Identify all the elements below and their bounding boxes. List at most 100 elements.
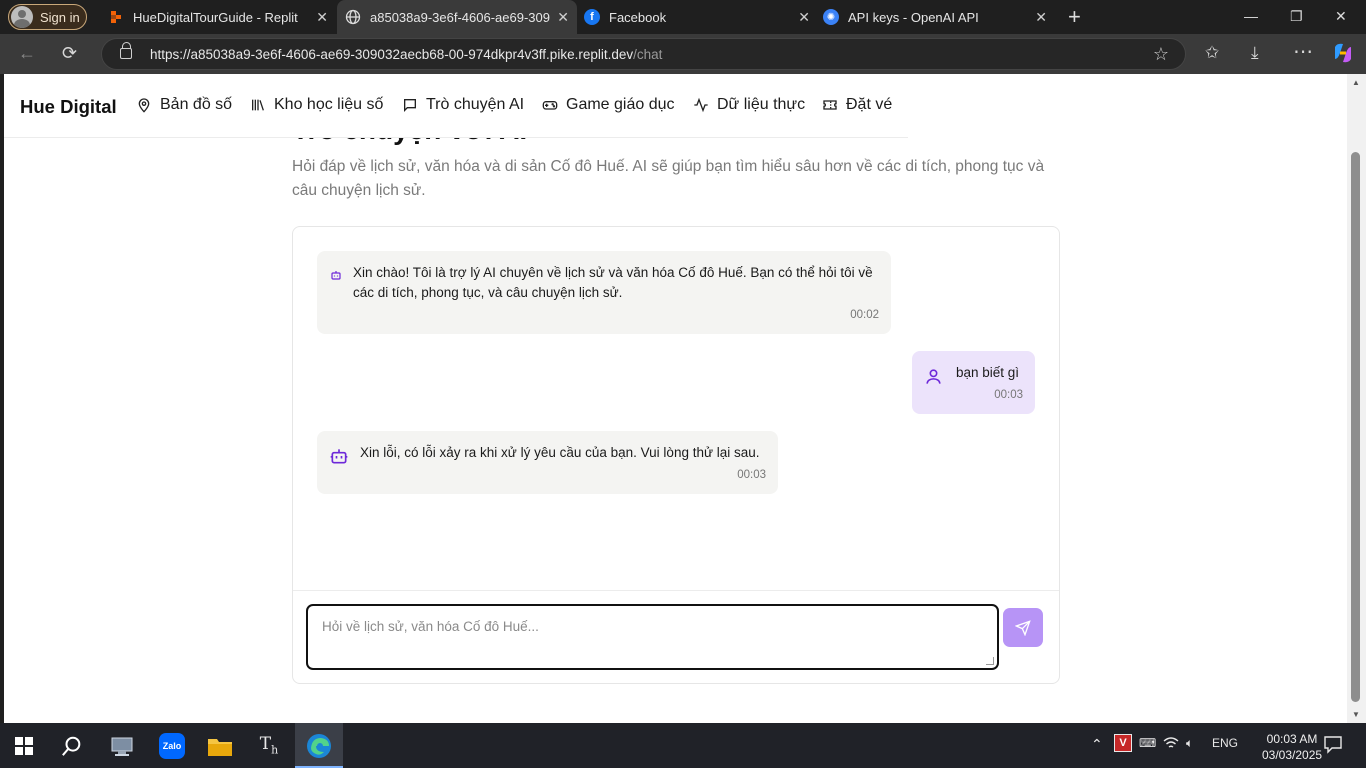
nav-ai-chat[interactable]: Trò chuyện AI: [402, 96, 524, 114]
zalo-icon: Zalo: [159, 732, 185, 759]
search-icon: [62, 736, 81, 756]
activity-icon: [694, 97, 708, 113]
bot-message: Xin lỗi, có lỗi xảy ra khi xử lý yêu cầu…: [317, 431, 778, 494]
tray-chevron-icon[interactable]: ⌃: [1091, 736, 1103, 753]
start-button[interactable]: [0, 723, 48, 768]
url-path: /chat: [633, 47, 663, 62]
map-pin-icon: [138, 98, 150, 113]
message-time: 00:03: [737, 469, 766, 481]
taskbar-app-zalo[interactable]: Zalo: [148, 723, 196, 768]
sign-in-label: Sign in: [40, 9, 80, 25]
bot-icon: [330, 449, 348, 464]
language-indicator[interactable]: ENG: [1212, 736, 1238, 750]
scroll-up-icon[interactable]: ▲: [1352, 78, 1360, 87]
taskbar-app-typing[interactable]: Th: [245, 723, 293, 768]
page-scrollbar[interactable]: ▲ ▼: [1347, 74, 1366, 723]
nav-booking[interactable]: Đặt vé: [822, 96, 892, 114]
taskbar-app-system-tool[interactable]: [98, 723, 146, 768]
chat-input[interactable]: Hỏi về lịch sử, văn hóa Cố đô Huế...: [306, 604, 999, 670]
address-bar[interactable]: https://a85038a9-3e6f-4606-ae69-309032ae…: [101, 38, 1186, 70]
send-button[interactable]: [1003, 608, 1043, 647]
computer-tool-icon: [111, 737, 133, 756]
tab-openai[interactable]: ✺ API keys - OpenAI API ✕: [819, 0, 1055, 34]
nav-real-data[interactable]: Dữ liệu thực: [693, 96, 805, 114]
brand-logo-text[interactable]: Hue Digital: [20, 96, 117, 118]
message-time: 00:03: [994, 389, 1023, 401]
tab-title: a85038a9-3e6f-4606-ae69-30903: [370, 9, 550, 25]
scrollbar-thumb[interactable]: [1351, 152, 1360, 702]
url-text[interactable]: https://a85038a9-3e6f-4606-ae69-309032ae…: [150, 47, 662, 62]
copilot-icon[interactable]: [1331, 41, 1355, 70]
close-window-icon[interactable]: ✕: [1335, 8, 1347, 25]
chat-bubble-icon: [404, 99, 416, 112]
new-tab-icon[interactable]: +: [1068, 4, 1081, 30]
reload-icon[interactable]: ⟳: [62, 43, 77, 64]
system-clock[interactable]: 00:03 AM 03/03/2025: [1262, 731, 1322, 763]
nav-label: Game giáo dục: [566, 96, 675, 113]
minimize-icon[interactable]: —: [1244, 8, 1258, 24]
bot-icon: [331, 271, 341, 280]
tab-facebook[interactable]: f Facebook ✕: [578, 0, 818, 34]
volume-icon[interactable]: 🔈︎: [1186, 736, 1193, 751]
favorites-icon[interactable]: ✩: [1205, 43, 1219, 63]
page-subtitle: Hỏi đáp về lịch sử, văn hóa và di sản Cố…: [292, 158, 1045, 199]
nav-label: Kho học liệu số: [274, 96, 384, 113]
clock-date: 03/03/2025: [1262, 748, 1323, 762]
back-arrow-icon[interactable]: ←: [18, 43, 36, 64]
scroll-down-icon[interactable]: ▼: [1352, 710, 1360, 719]
message-text: Xin chào! Tôi là trợ lý AI chuyên về lịc…: [353, 265, 873, 300]
lock-icon[interactable]: [120, 42, 132, 59]
nav-label: Dữ liệu thực: [717, 96, 806, 113]
nav-map[interactable]: Bản đồ số: [136, 96, 232, 114]
unikey-icon[interactable]: V: [1114, 734, 1132, 752]
facebook-icon: f: [584, 9, 600, 25]
url-host: https://a85038a9-3e6f-4606-ae69-309032ae…: [150, 47, 634, 62]
typing-app-icon: Th: [259, 734, 279, 757]
nav-edu-game[interactable]: Game giáo dục: [542, 96, 675, 114]
replit-icon: [108, 9, 124, 25]
tab-replit[interactable]: HueDigitalTourGuide - Replit ✕: [96, 0, 336, 34]
library-icon: [252, 99, 264, 111]
close-tab-icon[interactable]: ✕: [557, 9, 569, 26]
globe-icon: [345, 9, 361, 25]
downloads-icon[interactable]: ⤓: [1251, 43, 1259, 63]
openai-icon: ✺: [823, 9, 839, 25]
message-text: bạn biết gì: [956, 365, 1020, 380]
profile-avatar-icon: [11, 6, 33, 28]
close-tab-icon[interactable]: ✕: [798, 9, 810, 26]
sign-in-button[interactable]: Sign in: [8, 4, 87, 30]
wifi-icon[interactable]: [1163, 736, 1179, 753]
page-viewport: Hue Digital Bản đồ số Kho học liệu số Tr…: [4, 74, 1347, 723]
more-menu-icon[interactable]: ⋯: [1293, 39, 1313, 64]
notifications-icon[interactable]: [1323, 734, 1343, 757]
resize-handle-icon[interactable]: [986, 657, 994, 665]
tab-title: API keys - OpenAI API: [848, 9, 979, 25]
user-message: bạn biết gì 00:03: [912, 351, 1035, 414]
browser-toolbar: ← ⟳ https://a85038a9-3e6f-4606-ae69-3090…: [0, 34, 1366, 74]
windows-taskbar: Zalo Th ⌃ V ⌨ 🔈︎ ENG 00:03 AM 03/03/2025: [0, 723, 1366, 768]
nav-label: Trò chuyện AI: [426, 96, 525, 113]
close-tab-icon[interactable]: ✕: [316, 9, 328, 26]
tab-active-chat[interactable]: a85038a9-3e6f-4606-ae69-30903 ✕: [337, 0, 577, 34]
folder-icon: [208, 738, 232, 756]
taskbar-app-edge[interactable]: [295, 723, 343, 768]
tab-title: Facebook: [609, 9, 667, 25]
search-button[interactable]: [48, 723, 96, 768]
chat-panel: Xin chào! Tôi là trợ lý AI chuyên về lịc…: [292, 226, 1060, 684]
composer-divider: [293, 590, 1059, 591]
nav-label: Bản đồ số: [160, 96, 233, 113]
message-time: 00:02: [850, 309, 879, 321]
user-icon: [926, 369, 941, 384]
favorite-star-icon[interactable]: ☆: [1153, 44, 1169, 65]
nav-library[interactable]: Kho học liệu số: [250, 96, 383, 114]
ticket-icon: [823, 100, 837, 110]
taskbar-app-file-explorer[interactable]: [196, 723, 244, 768]
input-method-icon[interactable]: ⌨: [1139, 736, 1156, 750]
windows-logo-icon: [15, 736, 33, 755]
close-tab-icon[interactable]: ✕: [1035, 9, 1047, 26]
site-navbar: Hue Digital Bản đồ số Kho học liệu số Tr…: [4, 74, 908, 138]
clock-time: 00:03 AM: [1266, 732, 1318, 746]
bot-message: Xin chào! Tôi là trợ lý AI chuyên về lịc…: [317, 251, 891, 334]
nav-label: Đặt vé: [846, 96, 893, 113]
restore-icon[interactable]: ❐: [1290, 8, 1303, 25]
